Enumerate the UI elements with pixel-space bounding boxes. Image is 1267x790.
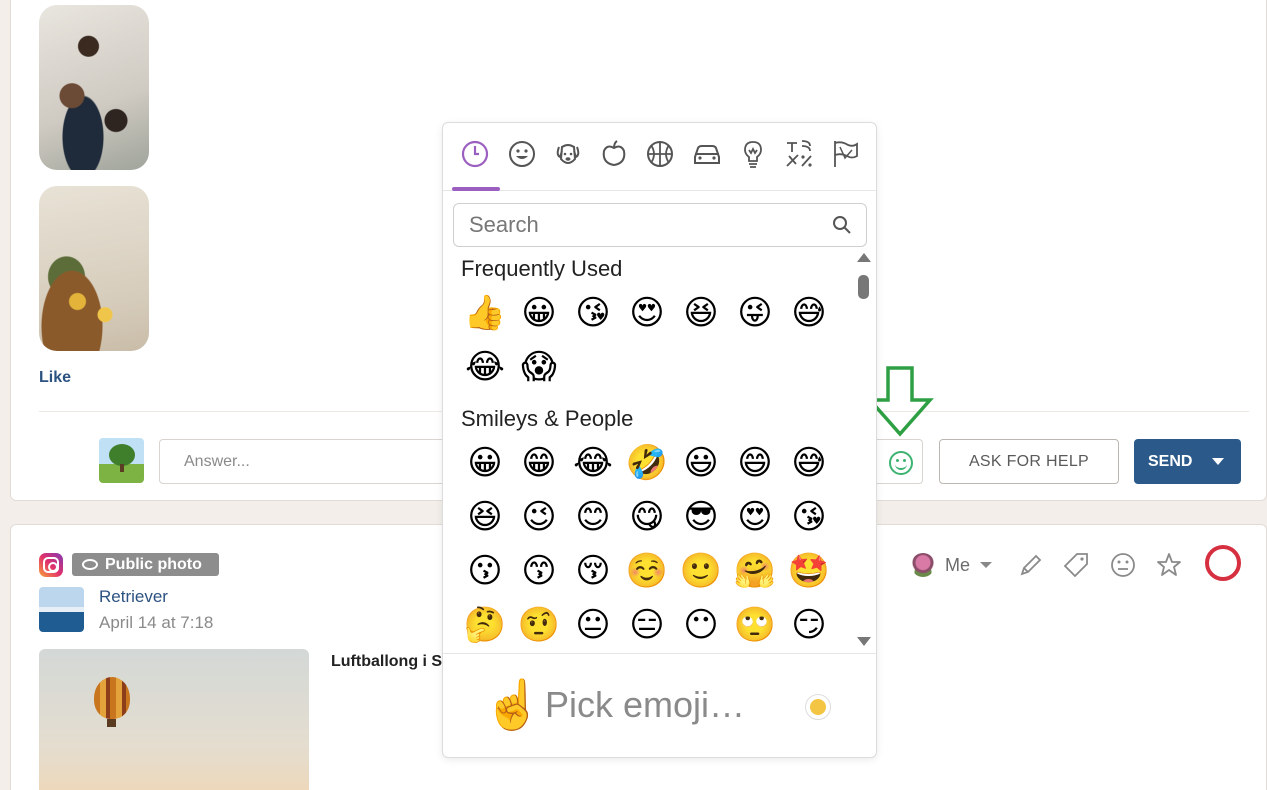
emoji-list: Frequently Used 👍 😀 😘 😍 😆 😜 😅 😂 😱 Smileys & Peop…: [443, 253, 853, 653]
emoji-item[interactable]: 🤣: [625, 441, 669, 485]
symbols-category-icon[interactable]: [782, 137, 816, 171]
emoji-item[interactable]: 😱: [517, 345, 561, 389]
emoji-item[interactable]: 😋: [625, 495, 669, 539]
balloon-basket: [107, 719, 116, 727]
emoji-item[interactable]: 😂: [571, 441, 615, 485]
emoji-item[interactable]: 😶: [679, 603, 723, 647]
emoji-item[interactable]: 😚: [571, 549, 615, 593]
star-icon[interactable]: [1155, 551, 1183, 579]
smileys-category-icon[interactable]: [505, 137, 539, 171]
emoji-scrollbar[interactable]: [857, 253, 871, 646]
emoji-item[interactable]: 😆: [463, 495, 507, 539]
post-text: Luftballong i S: [331, 653, 443, 670]
emoji-item[interactable]: 😍: [733, 495, 777, 539]
like-link[interactable]: Like: [39, 369, 71, 387]
emoji-item[interactable]: ☺️: [625, 549, 669, 593]
emoji-item[interactable]: 😅: [787, 291, 831, 335]
objects-category-icon[interactable]: [736, 137, 770, 171]
emoji-item[interactable]: 😄: [733, 441, 777, 485]
scroll-thumb[interactable]: [858, 275, 869, 299]
post-date: April 14 at 7:18: [99, 613, 214, 632]
status-circle-button[interactable]: [1205, 545, 1241, 581]
emoji-search-input[interactable]: [453, 203, 867, 247]
emoji-button[interactable]: [877, 439, 923, 484]
emoji-item[interactable]: 😁: [517, 441, 561, 485]
emoji-item[interactable]: 😗: [463, 549, 507, 593]
photo-thumbnail-picnic[interactable]: [39, 186, 149, 351]
balloon: [94, 677, 130, 719]
smiley-icon: [889, 451, 913, 475]
emoji-item[interactable]: 😙: [517, 549, 561, 593]
section-title-frequent: Frequently Used: [461, 256, 623, 281]
emoji-item[interactable]: 👍: [463, 291, 507, 335]
scroll-down-arrow[interactable]: [857, 637, 871, 646]
emoji-item[interactable]: 😘: [787, 495, 831, 539]
comment-icon: [82, 559, 98, 570]
emoji-item[interactable]: 🤨: [517, 603, 561, 647]
pencil-icon[interactable]: [1017, 551, 1045, 579]
assignee-avatar: [911, 553, 935, 577]
author-name[interactable]: Retriever: [99, 587, 168, 607]
emoji-picker: Frequently Used 👍😀😘😍😆😜😅😂😱 Smileys & Peop…: [442, 122, 877, 758]
activity-category-icon[interactable]: [643, 137, 677, 171]
section-title-smileys: Smileys & People: [461, 406, 634, 431]
chevron-down-icon: [980, 562, 993, 568]
emoji-item[interactable]: 😉: [517, 495, 561, 539]
preview-text: Pick emoji…: [545, 684, 746, 725]
post-image[interactable]: [39, 649, 309, 790]
emoji-item[interactable]: 🙄: [733, 603, 777, 647]
photo-thumbnail-people[interactable]: [39, 5, 149, 170]
emoji-item[interactable]: 🤔: [463, 603, 507, 647]
emoji-item[interactable]: 😊: [571, 495, 615, 539]
emoji-item[interactable]: 🤩: [787, 549, 831, 593]
public-photo-badge: Public photo: [72, 553, 219, 576]
emoji-item[interactable]: 😅: [787, 441, 831, 485]
scroll-up-arrow[interactable]: [857, 253, 871, 262]
emoji-item[interactable]: 😘: [571, 291, 615, 335]
travel-category-icon[interactable]: [690, 137, 724, 171]
instagram-icon: [39, 553, 63, 577]
send-label: SEND: [1148, 452, 1193, 470]
active-category-indicator: [452, 187, 500, 191]
answer-input[interactable]: [159, 439, 459, 484]
emoji-item[interactable]: 😆: [679, 291, 723, 335]
assignee-dropdown[interactable]: Me: [911, 553, 993, 577]
send-button[interactable]: SEND: [1134, 439, 1241, 484]
preview-emoji: ☝️: [483, 679, 543, 732]
emoji-item[interactable]: 😎: [679, 495, 723, 539]
chevron-down-icon[interactable]: [1212, 458, 1225, 465]
ask-for-help-button[interactable]: ASK FOR HELP: [939, 439, 1119, 484]
emoji-item[interactable]: 😃: [679, 441, 723, 485]
food-category-icon[interactable]: [597, 137, 631, 171]
emoji-category-bar: [443, 123, 876, 191]
animals-category-icon[interactable]: [551, 137, 585, 171]
emoji-item[interactable]: 😏: [787, 603, 831, 647]
author-avatar[interactable]: [39, 587, 84, 632]
emoji-item[interactable]: 😑: [625, 603, 669, 647]
emoji-item[interactable]: 😍: [625, 291, 669, 335]
emoji-item[interactable]: 😐: [571, 603, 615, 647]
emoji-item[interactable]: 🙂: [679, 549, 723, 593]
recent-category-icon[interactable]: [458, 137, 492, 171]
emoji-item[interactable]: 😜: [733, 291, 777, 335]
skin-tone-selector[interactable]: [805, 694, 831, 720]
sentiment-icon[interactable]: [1109, 551, 1137, 579]
emoji-preview-bar: ☝️ Pick emoji…: [443, 653, 876, 757]
emoji-item[interactable]: 😂: [463, 345, 507, 389]
badge-label: Public photo: [105, 555, 202, 573]
avatar: [99, 438, 144, 483]
flags-category-icon[interactable]: [828, 137, 862, 171]
tag-icon[interactable]: [1063, 551, 1091, 579]
assignee-label: Me: [945, 554, 971, 575]
search-icon: [833, 216, 851, 234]
emoji-item[interactable]: 🤗: [733, 549, 777, 593]
emoji-item[interactable]: 😀: [517, 291, 561, 335]
emoji-item[interactable]: 😀: [463, 441, 507, 485]
